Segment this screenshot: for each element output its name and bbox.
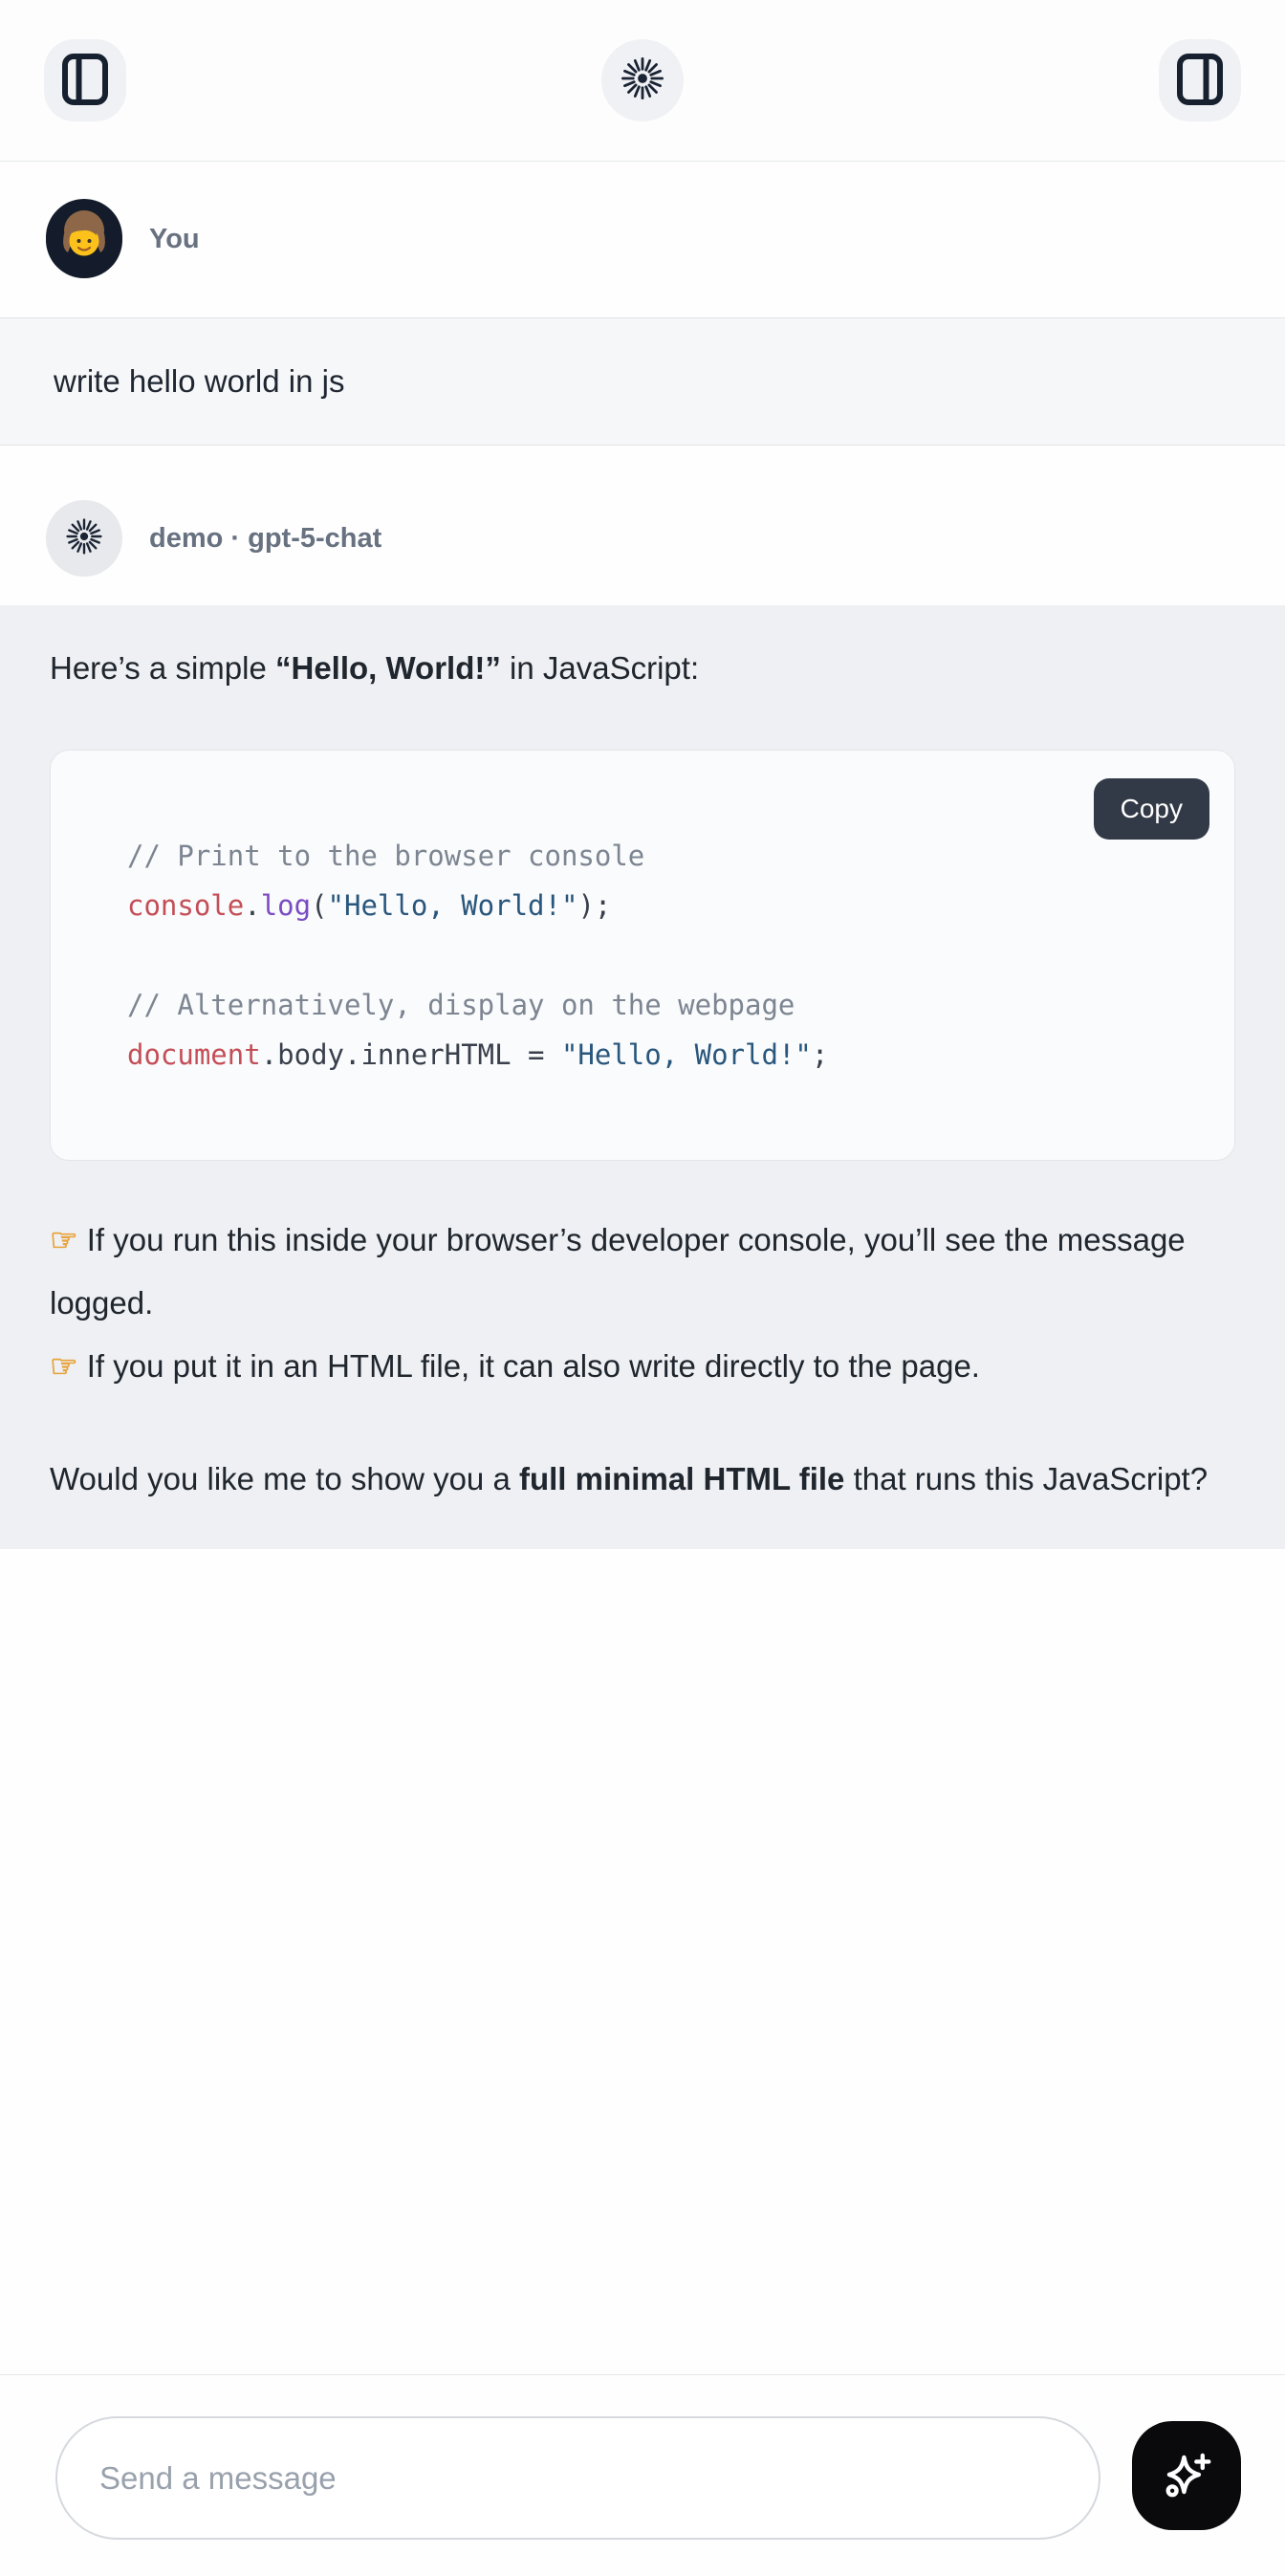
message-input[interactable]	[55, 2416, 1100, 2540]
code-block: Copy // Print to the browser consolecons…	[50, 750, 1235, 1161]
toggle-right-sidebar-button[interactable]	[1159, 39, 1241, 121]
sparkle-send-icon	[1157, 2445, 1216, 2507]
pointing-right-emoji: ☞	[50, 1222, 78, 1257]
pointing-right-emoji: ☞	[50, 1348, 78, 1384]
code-content: // Print to the browser consoleconsole.l…	[127, 831, 1196, 1080]
person-emoji-avatar	[46, 199, 122, 280]
sidebar-left-icon	[62, 54, 108, 108]
assistant-name-label: demo · gpt-5-chat	[149, 523, 381, 555]
assistant-intro-text: Here’s a simple “Hello, World!” in JavaS…	[50, 637, 1235, 700]
composer-bar	[0, 2374, 1285, 2576]
user-name-label: You	[149, 224, 200, 255]
assistant-tips-text: ☞ If you run this inside your browser’s …	[50, 1209, 1235, 1398]
send-button[interactable]	[1132, 2421, 1241, 2530]
copy-code-button[interactable]: Copy	[1094, 778, 1209, 840]
starburst-logo-icon	[618, 54, 667, 108]
app-logo	[601, 39, 684, 121]
assistant-avatar	[46, 500, 122, 577]
user-message: write hello world in js	[0, 317, 1285, 446]
assistant-message: Here’s a simple “Hello, World!” in JavaS…	[0, 605, 1285, 1549]
toggle-left-sidebar-button[interactable]	[44, 39, 126, 121]
user-message-header: You	[0, 162, 1285, 317]
assistant-followup-text: Would you like me to show you a full min…	[50, 1448, 1235, 1511]
top-toolbar	[0, 0, 1285, 162]
sidebar-right-icon	[1177, 54, 1223, 108]
assistant-message-header: demo · gpt-5-chat	[0, 500, 1285, 577]
starburst-avatar	[63, 515, 105, 562]
user-message-text: write hello world in js	[54, 363, 344, 399]
user-avatar	[46, 202, 122, 278]
